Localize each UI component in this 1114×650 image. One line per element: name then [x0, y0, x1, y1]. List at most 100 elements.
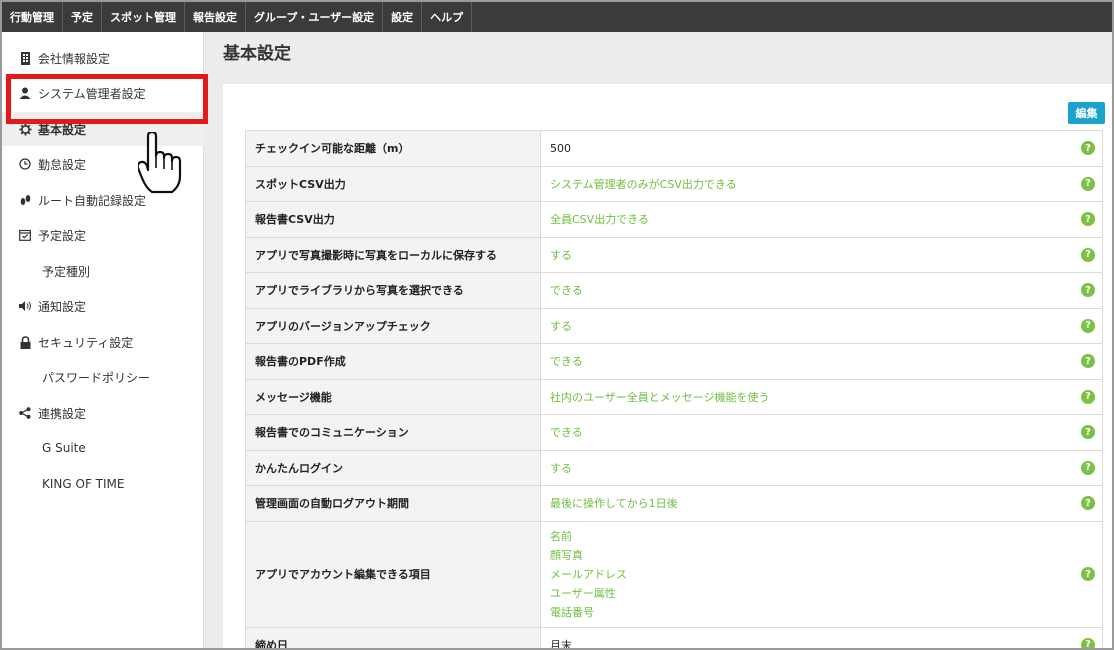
setting-value-text: する [550, 461, 572, 475]
setting-key: アプリのバージョンアップチェック [245, 307, 541, 344]
building-icon [18, 51, 32, 65]
sidebar-item-king-of-time[interactable]: KING OF TIME [2, 467, 204, 501]
sidebar-item-label: 連携設定 [38, 406, 87, 421]
help-icon[interactable]: ? [1081, 637, 1095, 648]
table-row: 報告書CSV出力 全員CSV出力できる? [245, 201, 1103, 238]
setting-key: 締め日 [245, 626, 541, 648]
app-frame: 行動管理 予定 スポット管理 報告設定 グループ・ユーザー設定 設定 ヘルプ 会… [0, 0, 1114, 650]
help-icon[interactable]: ? [1081, 496, 1095, 511]
setting-value-text: できる [550, 284, 583, 298]
setting-key: 報告書CSV出力 [245, 201, 541, 238]
sidebar-item-label: ルート自動記録設定 [38, 193, 147, 208]
sidebar-item-attendance[interactable]: 勤怠設定 [2, 147, 204, 181]
sidebar-item-basic-settings[interactable]: 基本設定 [2, 112, 204, 146]
setting-value: 社内のユーザー全員とメッセージ機能を使う? [540, 378, 1103, 415]
user-icon [18, 86, 32, 100]
nav-settings[interactable]: 設定 [383, 2, 423, 32]
table-row: チェックイン可能な距離（m） 500? [245, 130, 1103, 167]
setting-key: メッセージ機能 [245, 378, 541, 415]
sidebar-item-label: 会社情報設定 [38, 51, 111, 66]
sidebar-item-label: システム管理者設定 [38, 86, 146, 101]
setting-value: 月末? [540, 626, 1103, 648]
help-icon[interactable]: ? [1081, 247, 1095, 262]
setting-value: できる? [540, 414, 1103, 451]
share-icon [18, 406, 32, 420]
sidebar: 会社情報設定 システム管理者設定 基本設定 勤怠設定 ルート自動記録設定 予定設… [2, 32, 204, 648]
sidebar-item-route-recording[interactable]: ルート自動記録設定 [2, 183, 204, 217]
help-icon[interactable]: ? [1081, 283, 1095, 298]
setting-value-text: 500 [550, 141, 571, 155]
setting-value: できる? [540, 343, 1103, 380]
sidebar-item-security[interactable]: セキュリティ設定 [2, 325, 204, 359]
setting-value: システム管理者のみがCSV出力できる? [540, 165, 1103, 202]
setting-value-text: する [550, 319, 572, 333]
table-row: メッセージ機能 社内のユーザー全員とメッセージ機能を使う? [245, 378, 1103, 415]
sidebar-item-integrations[interactable]: 連携設定 [2, 396, 204, 430]
table-row: 締め日 月末? [245, 626, 1103, 648]
top-navigation: 行動管理 予定 スポット管理 報告設定 グループ・ユーザー設定 設定 ヘルプ [2, 2, 1112, 32]
table-row: 管理画面の自動ログアウト期間 最後に操作してから1日後? [245, 485, 1103, 522]
sidebar-item-label: 通知設定 [38, 299, 87, 314]
sidebar-item-g-suite[interactable]: G Suite [2, 431, 204, 465]
table-row: アプリのバージョンアップチェック する? [245, 307, 1103, 344]
calendar-check-icon [18, 228, 32, 242]
sidebar-item-schedule-settings[interactable]: 予定設定 [2, 218, 204, 252]
speaker-icon [18, 299, 32, 313]
table-row: かんたんログイン する? [245, 449, 1103, 486]
help-icon[interactable]: ? [1081, 176, 1095, 191]
nav-report-settings[interactable]: 報告設定 [185, 2, 246, 32]
nav-activity[interactable]: 行動管理 [2, 2, 63, 32]
setting-key: アプリでアカウント編集できる項目 [245, 520, 541, 628]
footsteps-icon [18, 193, 32, 207]
nav-schedule[interactable]: 予定 [63, 2, 102, 32]
nav-spot-management[interactable]: スポット管理 [102, 2, 185, 32]
sidebar-item-schedule-types[interactable]: 予定種別 [2, 254, 204, 288]
help-icon[interactable]: ? [1081, 354, 1095, 369]
sidebar-item-label: パスワードポリシー [42, 370, 151, 385]
list-item: ユーザー属性 [550, 586, 616, 600]
sidebar-item-password-policy[interactable]: パスワードポリシー [2, 360, 204, 394]
list-item: 電話番号 [550, 605, 594, 619]
setting-value: する? [540, 236, 1103, 273]
table-row: アプリでアカウント編集できる項目 名前 顔写真 メールアドレス ユーザー属性 電… [245, 520, 1103, 628]
setting-key: 管理画面の自動ログアウト期間 [245, 485, 541, 522]
table-row: アプリでライブラリから写真を選択できる できる? [245, 272, 1103, 309]
help-icon[interactable]: ? [1081, 318, 1095, 333]
setting-value-text: システム管理者のみがCSV出力できる [550, 177, 737, 191]
help-icon[interactable]: ? [1081, 425, 1095, 440]
nav-group-user-settings[interactable]: グループ・ユーザー設定 [246, 2, 384, 32]
help-icon[interactable]: ? [1081, 212, 1095, 227]
setting-key: かんたんログイン [245, 449, 541, 486]
table-row: 報告書でのコミュニケーション できる? [245, 414, 1103, 451]
help-icon[interactable]: ? [1081, 460, 1095, 475]
setting-value-text: できる [550, 426, 583, 440]
setting-value-text: 社内のユーザー全員とメッセージ機能を使う [550, 390, 770, 404]
sidebar-item-label: 予定種別 [42, 264, 91, 279]
setting-value-text: 最後に操作してから1日後 [550, 497, 678, 511]
page-title: 基本設定 [223, 44, 291, 64]
table-row: 報告書のPDF作成 できる? [245, 343, 1103, 380]
list-item: 顔写真 [550, 548, 583, 562]
setting-value: できる? [540, 272, 1103, 309]
help-icon[interactable]: ? [1081, 567, 1095, 581]
help-icon[interactable]: ? [1081, 389, 1095, 404]
edit-button[interactable]: 編集 [1068, 102, 1105, 124]
sidebar-item-label: 勤怠設定 [38, 157, 87, 172]
setting-value-list: 名前 顔写真 メールアドレス ユーザー属性 電話番号 [550, 527, 1102, 622]
setting-value: する? [540, 449, 1103, 486]
setting-key: チェックイン可能な距離（m） [245, 130, 541, 167]
table-row: アプリで写真撮影時に写真をローカルに保存する する? [245, 236, 1103, 273]
sidebar-item-system-admin[interactable]: システム管理者設定 [2, 76, 204, 110]
sidebar-item-label: KING OF TIME [42, 477, 125, 491]
sidebar-item-label: 基本設定 [38, 122, 87, 137]
table-row: スポットCSV出力 システム管理者のみがCSV出力できる? [245, 165, 1103, 202]
sidebar-item-company-info[interactable]: 会社情報設定 [2, 41, 204, 75]
sidebar-item-notifications[interactable]: 通知設定 [2, 289, 204, 323]
list-item: 名前 [550, 529, 572, 543]
nav-help[interactable]: ヘルプ [422, 2, 473, 32]
help-icon[interactable]: ? [1081, 141, 1095, 156]
list-item: メールアドレス [550, 567, 627, 581]
setting-value: 最後に操作してから1日後? [540, 485, 1103, 522]
sidebar-item-label: 予定設定 [38, 228, 87, 243]
setting-value: 500? [540, 130, 1103, 167]
